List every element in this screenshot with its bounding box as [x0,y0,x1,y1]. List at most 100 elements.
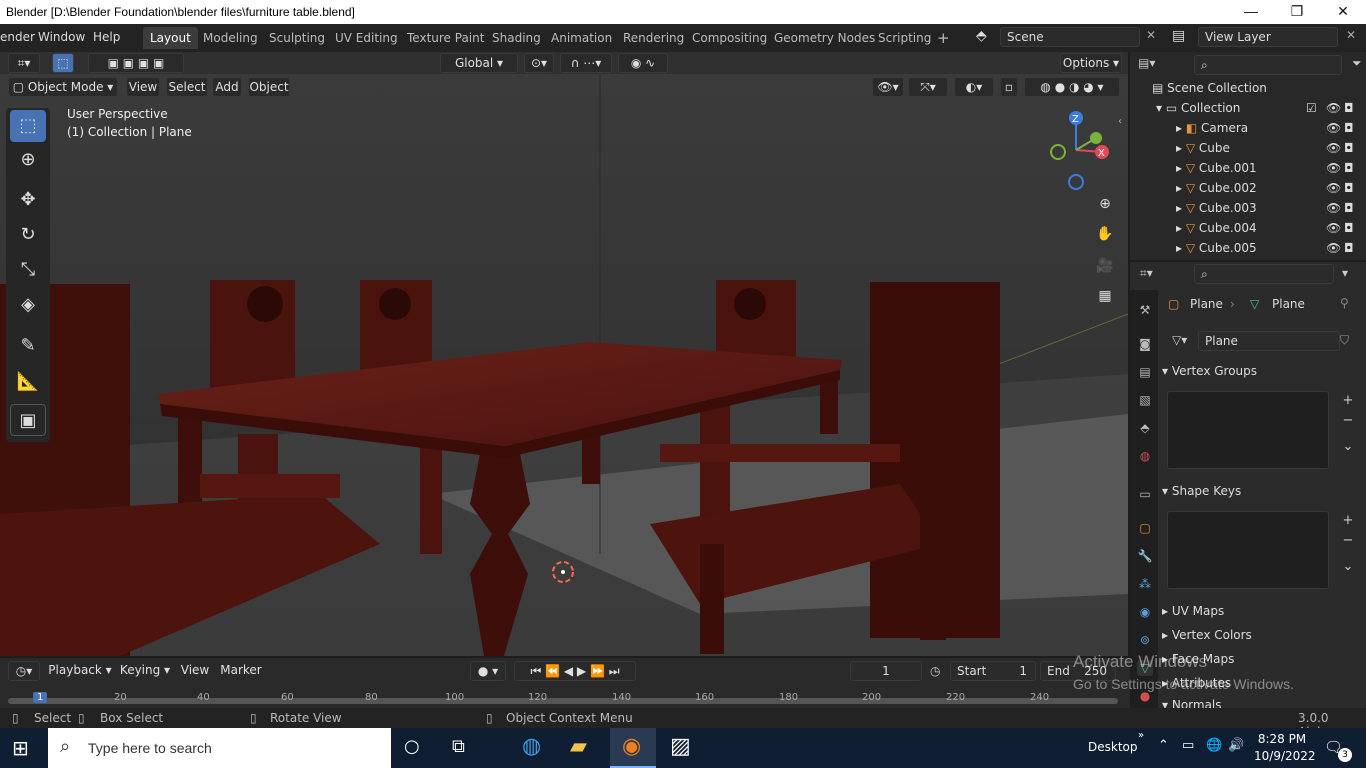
select-box-tool-icon[interactable]: ⬚ [10,110,46,142]
chevron-down-icon[interactable]: ▾ [1342,266,1348,280]
outliner-item-cube-001[interactable]: ▸ ▽ Cube.001 👁 ◘ [1130,158,1366,178]
playback-menu[interactable]: Playback ▾ [46,661,114,681]
battery-icon[interactable]: ▭ [1182,738,1194,753]
system-tray-chevron-icon[interactable]: ⌃ [1158,738,1169,753]
close-button[interactable]: ✕ [1320,0,1366,24]
proportional-edit-icon[interactable]: ◉ ∿ [618,53,668,73]
scene-field[interactable]: Scene [1000,27,1140,47]
view-layer-tab-icon[interactable]: ▧ [1137,392,1153,408]
tool-tab-icon[interactable]: ⚒ [1137,302,1153,318]
navigation-gizmo[interactable]: Z X [1040,110,1120,190]
world-tab-icon[interactable]: ◍ [1137,448,1153,464]
eye-icon[interactable]: 👁 [1326,178,1341,198]
eye-icon[interactable]: 👁 [1326,98,1341,118]
camera-render-icon[interactable]: ◘ [1344,98,1354,118]
measure-tool-icon[interactable]: 📐 [10,366,46,398]
annotate-tool-icon[interactable]: ✎ [10,330,46,362]
physics-tab-icon[interactable]: ◉ [1137,604,1153,620]
output-tab-icon[interactable]: ▤ [1137,364,1153,380]
filter-icon[interactable]: ⏷ [1352,56,1362,71]
current-frame-field[interactable]: 1 [850,661,922,681]
normals-panel-header[interactable]: ▾ Normals [1162,694,1360,708]
modifier-tab-icon[interactable]: 🔧 [1137,548,1153,564]
camera-render-icon[interactable]: ◘ [1344,118,1354,138]
chevron-down-icon[interactable]: ⌄ [1340,559,1356,575]
vertex-groups-list[interactable] [1167,391,1329,469]
editor-type-button[interactable]: ⌗▾ [8,53,40,73]
fake-user-icon[interactable]: ⛉ [1340,333,1349,348]
transform-orientation-dropdown[interactable]: Global ▾ [440,53,518,73]
photos-app-icon[interactable]: ▨ [670,734,691,759]
xray-toggle-icon[interactable]: ▫ [1000,77,1018,97]
shape-keys-panel-header[interactable]: ▾ Shape Keys [1162,480,1360,502]
sidebar-toggle-icon[interactable]: ‹ [1118,116,1122,127]
camera-render-icon[interactable]: ◘ [1344,218,1354,238]
playback-controls[interactable]: ⏮ ⏪ ◀ ▶ ⏩ ⏭ [514,661,636,681]
perspective-grid-icon[interactable]: ▦ [1093,284,1117,308]
object-tab-icon[interactable]: ▢ [1137,520,1153,536]
minimize-button[interactable]: — [1228,0,1274,24]
blender-taskbar-button[interactable]: ◉ [610,728,656,768]
task-view-icon[interactable]: ⧉ [452,736,465,757]
cursor-tool-icon[interactable]: ⊕ [10,144,46,176]
collection-row[interactable]: ▾ ▭ Collection ☑ 👁 ◘ [1130,98,1366,118]
remove-icon[interactable]: − [1340,533,1356,549]
tab-modeling[interactable]: Modeling [196,27,265,49]
gizmo-toggle-icon[interactable]: ⤧▾ [908,77,948,97]
view-layer-icon[interactable]: ▤ [1172,28,1185,44]
chevron-down-icon[interactable]: ⌄ [1340,439,1356,455]
outliner-search-input[interactable]: ⌕ [1194,55,1342,75]
overlay-toggle-icon[interactable]: ◐▾ [954,77,994,97]
transform-tool-icon[interactable]: ◈ [10,289,46,321]
camera-render-icon[interactable]: ◘ [1344,178,1354,198]
object-menu[interactable]: Object [248,77,290,97]
pin-icon[interactable]: ⚲ [1340,296,1349,310]
particles-tab-icon[interactable]: ⁂ [1137,576,1153,592]
scene-collection-row[interactable]: ▤ Scene Collection [1130,78,1366,98]
camera-render-icon[interactable]: ◘ [1344,138,1354,158]
options-dropdown[interactable]: Options ▾ [1060,53,1122,73]
tab-geometry-nodes[interactable]: Geometry Nodes [767,27,882,49]
volume-icon[interactable]: 🔊 [1228,738,1244,753]
outliner-item-cube[interactable]: ▸ ▽ Cube 👁 ◘ [1130,138,1366,158]
keying-menu[interactable]: Keying ▾ [116,661,174,681]
file-explorer-icon[interactable]: ▰ [570,734,587,759]
outliner-item-cube-005[interactable]: ▸ ▽ Cube.005 👁 ◘ [1130,238,1366,258]
vertex-colors-panel-header[interactable]: ▸ Vertex Colors [1162,624,1360,646]
eye-icon[interactable]: 👁 [1326,118,1341,138]
clock-date[interactable]: 10/9/2022 [1254,749,1316,763]
outliner-item-cube-002[interactable]: ▸ ▽ Cube.002 👁 ◘ [1130,178,1366,198]
view-layer-field[interactable]: View Layer [1198,27,1338,47]
move-tool-icon[interactable]: ✥ [10,184,46,216]
visibility-icon[interactable]: 👁▾ [872,77,904,97]
scene-tab-icon[interactable]: ⬘ [1137,420,1153,436]
timeline-view-menu[interactable]: View [180,661,210,681]
camera-render-icon[interactable]: ◘ [1344,198,1354,218]
remove-icon[interactable]: − [1340,413,1356,429]
tab-shading[interactable]: Shading [485,27,548,49]
tab-animation[interactable]: Animation [544,27,619,49]
cortana-icon[interactable]: ○ [404,736,420,757]
shading-mode-buttons[interactable]: ◍ ● ◑ ◕ ▾ [1024,77,1120,97]
mesh-browse-icon[interactable]: ▽▾ [1172,333,1187,347]
add-icon[interactable]: + [1340,513,1356,529]
uv-maps-panel-header[interactable]: ▸ UV Maps [1162,600,1360,622]
start-frame-field[interactable]: Start 1 [950,661,1036,681]
add-menu[interactable]: Add [212,77,242,97]
view-menu[interactable]: View [126,77,160,97]
properties-editor-icon[interactable]: ⌗▾ [1140,266,1153,281]
3d-viewport[interactable]: ▢ Object Mode ▾ View Select Add Object 👁… [0,74,1128,656]
windows-start-icon[interactable]: ⊞ [12,736,36,760]
globe-icon[interactable]: 🌐 [1206,738,1222,753]
eye-icon[interactable]: 👁 [1326,138,1341,158]
add-icon[interactable]: + [1340,393,1356,409]
outliner-item-camera[interactable]: ▸ ◧ Camera 👁 ◘ [1130,118,1366,138]
outliner-item-cube-003[interactable]: ▸ ▽ Cube.003 👁 ◘ [1130,198,1366,218]
shape-keys-list[interactable] [1167,511,1329,589]
clock-icon[interactable]: ◷ [930,664,940,678]
clock-time[interactable]: 8:28 PM [1254,732,1310,746]
tab-compositing[interactable]: Compositing [685,27,774,49]
camera-render-icon[interactable]: ◘ [1344,158,1354,178]
camera-view-icon[interactable]: 🎥 [1093,254,1117,278]
tab-layout[interactable]: Layout [143,27,198,49]
